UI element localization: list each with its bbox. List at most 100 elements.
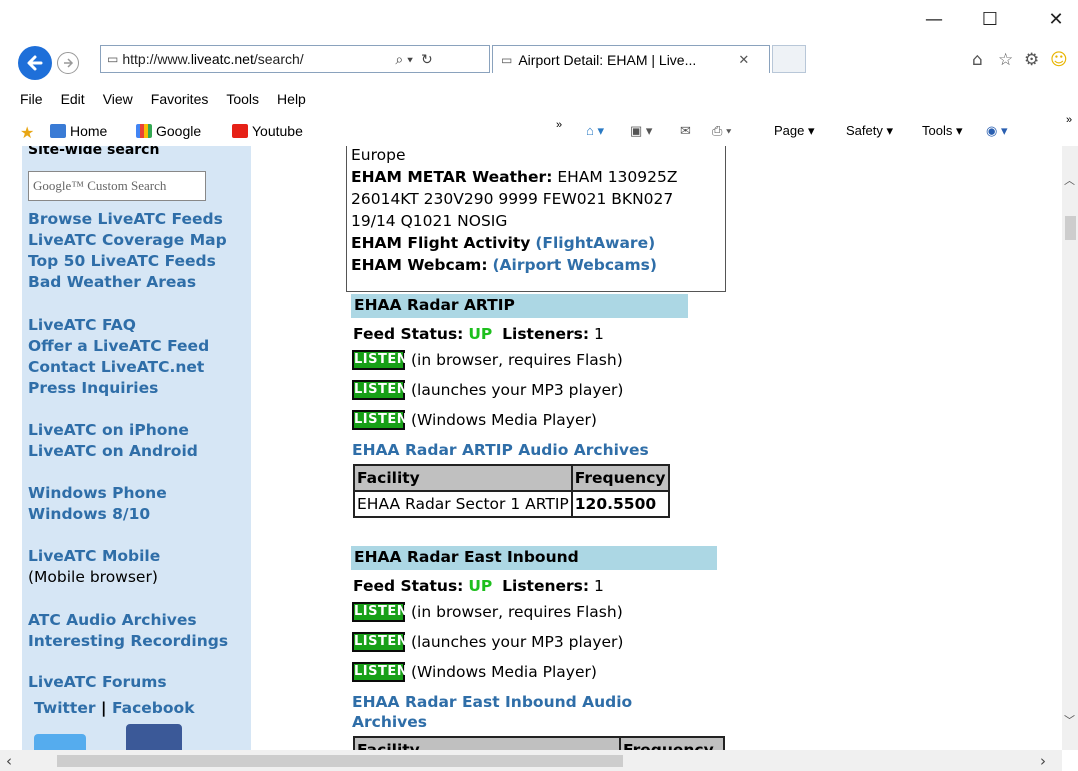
frequency-cell: 120.5500 bbox=[570, 490, 670, 518]
menu-help[interactable]: Help bbox=[277, 91, 306, 107]
archive-link-artip[interactable]: EHAA Radar ARTIP Audio Archives bbox=[352, 440, 649, 460]
listeners-count: 1 bbox=[594, 577, 604, 595]
scroll-left-icon[interactable]: ‹ bbox=[6, 752, 12, 770]
listen-option-mp3: (launches your MP3 player) bbox=[411, 633, 624, 651]
search-dropdown-icon[interactable]: ⌕ ▾ bbox=[395, 51, 413, 68]
feed-status-east-inbound: Feed Status: UP Listeners: 1 bbox=[353, 577, 604, 595]
url-domain: liveatc.net bbox=[190, 51, 254, 67]
favorite-youtube[interactable]: Youtube bbox=[232, 123, 303, 139]
menu-view[interactable]: View bbox=[103, 91, 133, 107]
sidebar-link-press[interactable]: Press Inquiries bbox=[28, 378, 158, 399]
youtube-icon bbox=[232, 124, 248, 138]
frequency-table-artip: Facility Frequency EHAA Radar Sector 1 A… bbox=[353, 464, 670, 518]
menu-file[interactable]: File bbox=[20, 91, 43, 107]
url-suffix: /search/ bbox=[253, 51, 304, 67]
twitter-logo-icon[interactable] bbox=[34, 734, 86, 750]
sidebar-link-top-50[interactable]: Top 50 LiveATC Feeds bbox=[28, 251, 216, 272]
listeners-label: Listeners: bbox=[502, 577, 590, 595]
horizontal-scroll-thumb[interactable] bbox=[57, 755, 623, 767]
add-favorites-star-icon[interactable]: ★ bbox=[20, 123, 34, 143]
help-command-icon[interactable]: ◉ ▾ bbox=[986, 123, 1007, 139]
favorite-google[interactable]: Google bbox=[136, 123, 201, 139]
sidebar-link-faq[interactable]: LiveATC FAQ bbox=[28, 315, 136, 336]
menu-favorites[interactable]: Favorites bbox=[151, 91, 209, 107]
horizontal-scrollbar[interactable]: ‹ › bbox=[0, 750, 1062, 771]
tab-airport-detail[interactable]: ▭ Airport Detail: EHAM | Live... ✕ bbox=[492, 45, 770, 73]
safety-menu[interactable]: Safety ▾ bbox=[846, 123, 893, 139]
mail-command-icon[interactable]: ✉ bbox=[680, 123, 691, 139]
facebook-logo-icon[interactable] bbox=[126, 724, 182, 750]
favorites-star-icon[interactable]: ☆ bbox=[998, 50, 1013, 70]
maximize-button[interactable]: ☐ bbox=[970, 8, 1010, 32]
tab-page-icon: ▭ bbox=[501, 52, 513, 67]
listen-button-flash[interactable]: LISTEN bbox=[352, 350, 408, 370]
back-button[interactable] bbox=[18, 46, 52, 80]
flightaware-link[interactable]: (FlightAware) bbox=[535, 234, 655, 252]
webcams-link[interactable]: (Airport Webcams) bbox=[492, 256, 657, 274]
page-menu[interactable]: Page ▾ bbox=[774, 123, 815, 139]
vertical-scrollbar[interactable]: ︿ ﹀ bbox=[1062, 146, 1078, 750]
listen-button-wmp[interactable]: LISTEN bbox=[352, 410, 408, 430]
twitter-link[interactable]: Twitter bbox=[34, 699, 95, 717]
sidebar-link-contact[interactable]: Contact LiveATC.net bbox=[28, 357, 204, 378]
table-header-frequency: Frequency bbox=[619, 736, 725, 750]
home-command-icon[interactable]: ⌂ ▾ bbox=[586, 123, 604, 139]
menu-tools[interactable]: Tools bbox=[226, 91, 259, 107]
sidebar-link-interesting-recordings[interactable]: Interesting Recordings bbox=[28, 631, 228, 652]
favorites-bar: ★ Home Google Youtube » ⌂ ▾ ▣ ▾ ✉ ⎙ ▾ Pa… bbox=[0, 114, 1078, 146]
address-url[interactable]: http://www.liveatc.net/search/ bbox=[122, 51, 377, 67]
listen-button-flash[interactable]: LISTEN bbox=[352, 602, 408, 622]
sidebar-link-audio-archives[interactable]: ATC Audio Archives bbox=[28, 610, 197, 631]
sidebar-link-windows-8-10[interactable]: Windows 8/10 bbox=[28, 504, 150, 525]
flight-label: EHAM Flight Activity bbox=[351, 234, 531, 252]
feeds-command-icon[interactable]: ▣ ▾ bbox=[630, 123, 652, 139]
overflow-right-chevron-icon[interactable]: » bbox=[1066, 114, 1072, 126]
address-bar[interactable]: ▭ http://www.liveatc.net/search/ ⌕ ▾ ↻ bbox=[100, 45, 490, 73]
sidebar-link-coverage-map[interactable]: LiveATC Coverage Map bbox=[28, 230, 227, 251]
facebook-link[interactable]: Facebook bbox=[112, 699, 195, 717]
scroll-down-icon[interactable]: ﹀ bbox=[1064, 712, 1075, 728]
sidebar-link-offer-feed[interactable]: Offer a LiveATC Feed bbox=[28, 336, 209, 357]
table-row: EHAA Radar Sector 1 ARTIP 120.5500 bbox=[353, 490, 670, 518]
forward-button[interactable] bbox=[57, 52, 79, 74]
sidebar-link-android[interactable]: LiveATC on Android bbox=[28, 441, 198, 462]
scroll-right-icon[interactable]: › bbox=[1040, 752, 1046, 770]
tab-close-icon[interactable]: ✕ bbox=[738, 52, 749, 68]
vertical-scroll-thumb[interactable] bbox=[1065, 216, 1076, 240]
sidebar-link-forums[interactable]: LiveATC Forums bbox=[28, 672, 167, 693]
listen-button-mp3[interactable]: LISTEN bbox=[352, 380, 408, 400]
refresh-icon[interactable]: ↻ bbox=[421, 51, 433, 68]
print-command-icon[interactable]: ⎙ ▾ bbox=[712, 123, 731, 139]
google-search-input[interactable]: Google™ Custom Search bbox=[28, 171, 206, 201]
metar-line2: 26014KT 230V290 9999 FEW021 BKN027 bbox=[351, 190, 674, 208]
listen-button-mp3[interactable]: LISTEN bbox=[352, 632, 408, 652]
archive-link-east-inbound[interactable]: EHAA Radar East Inbound Audio Archives bbox=[352, 692, 632, 732]
table-header-frequency: Frequency bbox=[570, 464, 670, 492]
sidebar-link-bad-weather[interactable]: Bad Weather Areas bbox=[28, 272, 196, 293]
home-icon[interactable]: ⌂ bbox=[972, 50, 983, 70]
menu-edit[interactable]: Edit bbox=[61, 91, 85, 107]
favorite-home[interactable]: Home bbox=[50, 123, 107, 139]
google-icon bbox=[136, 124, 152, 138]
close-window-button[interactable]: ✕ bbox=[1036, 8, 1076, 32]
listen-option-wmp: (Windows Media Player) bbox=[411, 663, 597, 681]
table-header-row: Facility Frequency bbox=[353, 736, 725, 750]
sidebar-link-iphone[interactable]: LiveATC on iPhone bbox=[28, 420, 189, 441]
feed-status-up: UP bbox=[468, 577, 493, 595]
tools-menu[interactable]: Tools ▾ bbox=[922, 123, 963, 139]
sidebar-link-browse-feeds[interactable]: Browse LiveATC Feeds bbox=[28, 209, 223, 230]
smiley-feedback-icon[interactable]: ☺ bbox=[1050, 50, 1068, 70]
airport-info-box: Europe EHAM METAR Weather: EHAM 130925Z … bbox=[346, 146, 726, 292]
listen-option-mp3: (launches your MP3 player) bbox=[411, 381, 624, 399]
listen-row-flash: LISTEN (in browser, requires Flash) bbox=[352, 602, 623, 622]
scroll-up-icon[interactable]: ︿ bbox=[1064, 172, 1075, 188]
settings-gear-icon[interactable]: ⚙ bbox=[1024, 50, 1039, 70]
frequency-table-east-inbound: Facility Frequency bbox=[353, 736, 725, 750]
back-arrow-icon bbox=[27, 55, 43, 71]
sidebar-link-windows-phone[interactable]: Windows Phone bbox=[28, 483, 167, 504]
overflow-chevron-icon[interactable]: » bbox=[556, 119, 562, 131]
minimize-button[interactable]: — bbox=[914, 8, 954, 32]
new-tab-button[interactable] bbox=[772, 45, 806, 73]
listen-button-wmp[interactable]: LISTEN bbox=[352, 662, 408, 682]
sidebar-link-mobile[interactable]: LiveATC Mobile bbox=[28, 546, 160, 567]
